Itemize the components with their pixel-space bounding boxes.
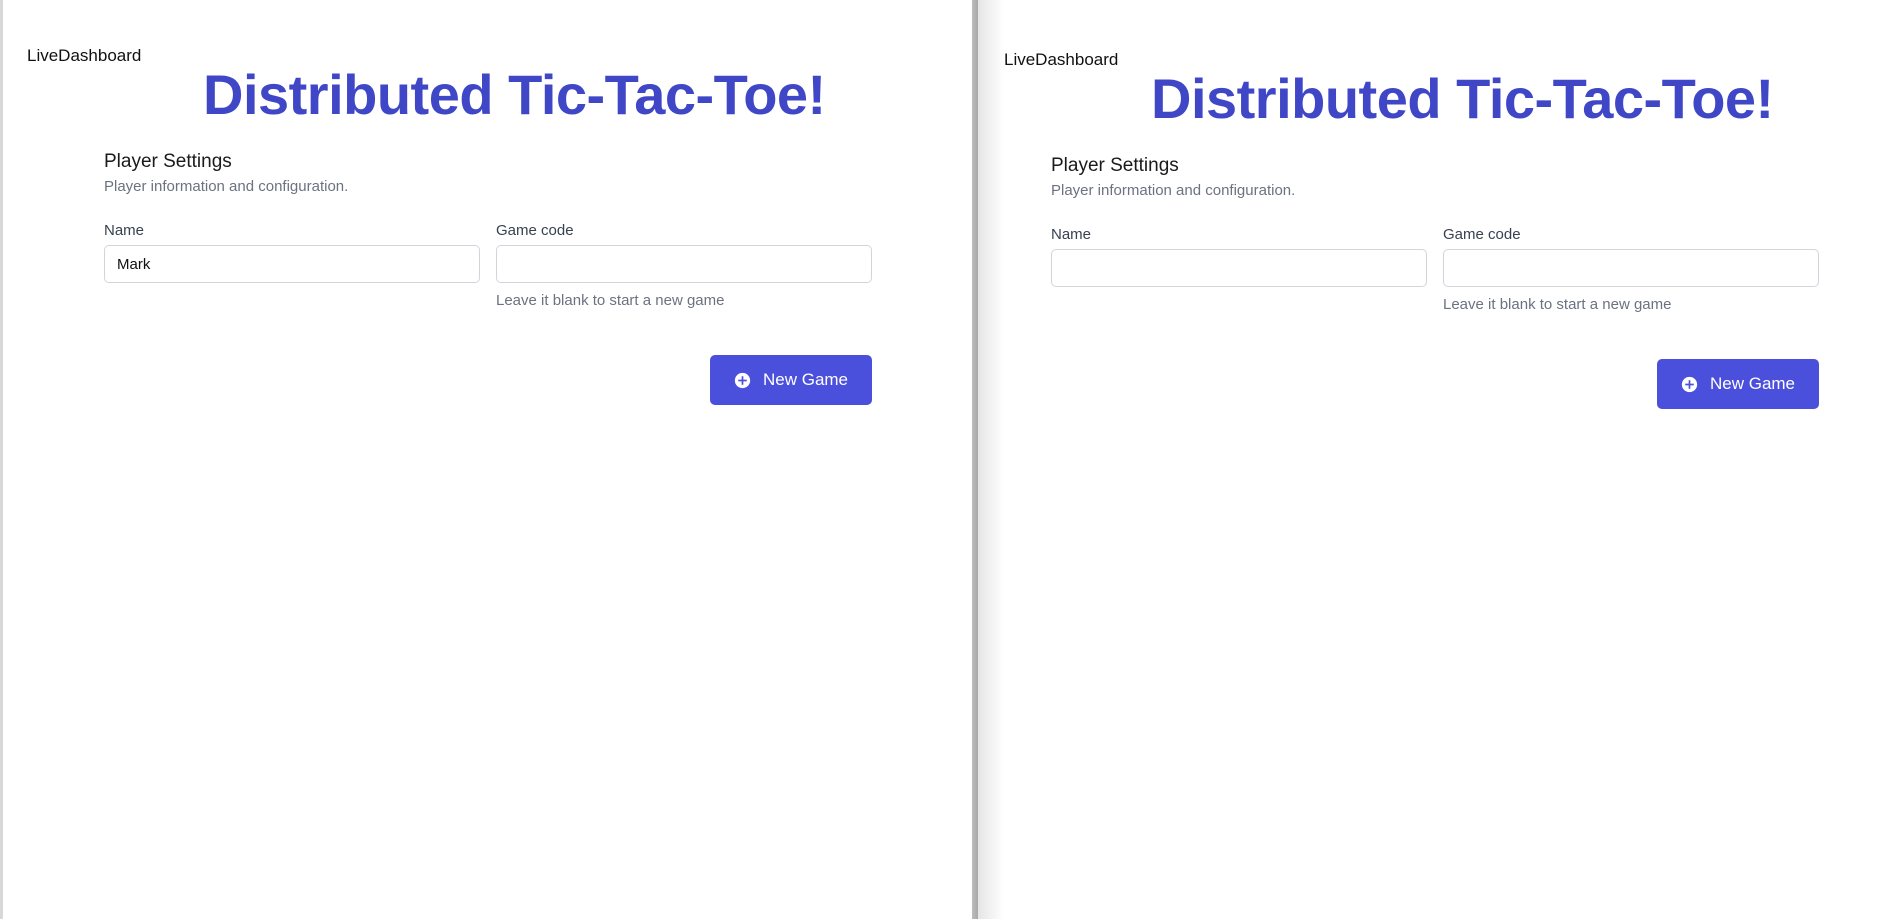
plus-circle-icon — [734, 372, 751, 389]
plus-circle-icon — [1681, 376, 1698, 393]
game-code-label: Game code — [1443, 226, 1521, 243]
split-screen: LiveDashboard Distributed Tic-Tac-Toe! P… — [0, 0, 1899, 919]
section-description: Player information and configuration. — [104, 178, 349, 195]
browser-window-left: LiveDashboard Distributed Tic-Tac-Toe! P… — [0, 0, 976, 919]
game-code-input[interactable] — [1443, 249, 1819, 287]
divider-shadow — [978, 0, 1004, 919]
section-title: Player Settings — [1051, 155, 1179, 176]
browser-window-right: LiveDashboard Distributed Tic-Tac-Toe! P… — [976, 0, 1899, 919]
new-game-label: New Game — [762, 370, 849, 389]
new-game-button[interactable]: New Game — [1657, 359, 1819, 409]
new-game-label: New Game — [1709, 374, 1796, 393]
name-label: Name — [1051, 226, 1092, 243]
livedashboard-link[interactable]: LiveDashboard — [27, 46, 141, 66]
section-description: Player information and configuration. — [1051, 182, 1296, 199]
page-title: Distributed Tic-Tac-Toe! — [203, 63, 826, 126]
livedashboard-link[interactable]: LiveDashboard — [1004, 50, 1118, 70]
window-divider[interactable] — [972, 0, 978, 919]
name-input[interactable] — [1051, 249, 1427, 287]
game-code-hint: Leave it blank to start a new game — [496, 292, 725, 309]
section-title: Player Settings — [104, 151, 232, 172]
page-title: Distributed Tic-Tac-Toe! — [1151, 67, 1774, 130]
game-code-label: Game code — [496, 222, 574, 239]
new-game-button[interactable]: New Game — [710, 355, 872, 405]
name-label: Name — [104, 222, 145, 239]
name-input[interactable] — [104, 245, 480, 283]
game-code-input[interactable] — [496, 245, 872, 283]
game-code-hint: Leave it blank to start a new game — [1443, 296, 1672, 313]
